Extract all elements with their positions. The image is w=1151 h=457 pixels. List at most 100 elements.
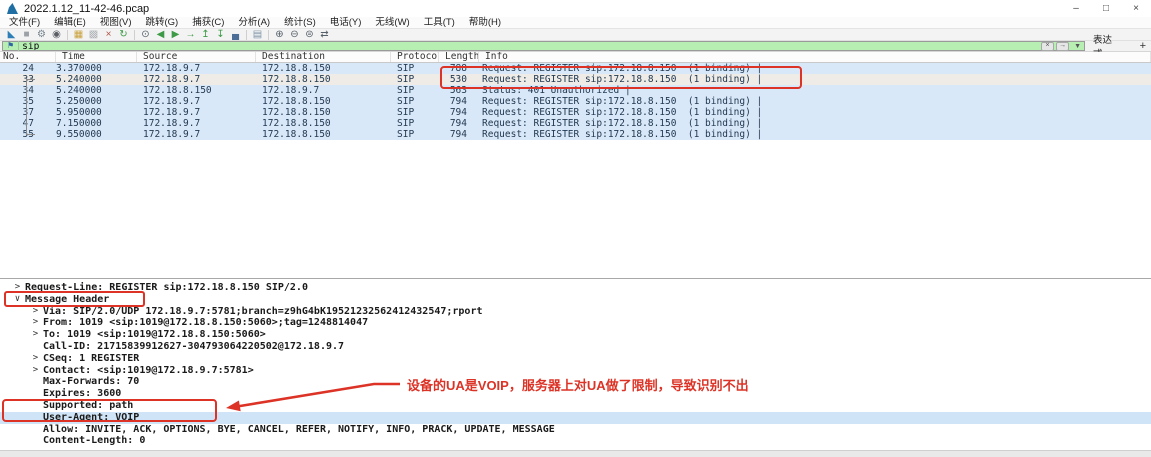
clear-filter-icon[interactable]: × bbox=[1041, 41, 1055, 51]
add-filter-button[interactable]: + bbox=[1135, 40, 1151, 52]
capture-options-icon[interactable]: ⚙ bbox=[34, 29, 49, 41]
expand-icon[interactable]: > bbox=[28, 306, 43, 318]
column-header-source[interactable]: Source bbox=[137, 52, 256, 62]
menu-item-help[interactable]: 帮助(H) bbox=[462, 17, 508, 28]
packet-row-55[interactable]: 55 9.550000 172.18.9.7 172.18.8.150 SIP 794 Re… bbox=[0, 129, 1151, 140]
zoom-in-icon[interactable]: ⊕ bbox=[272, 29, 287, 41]
cell-time: 7.150000 bbox=[56, 118, 102, 129]
menu-item-file[interactable]: 文件(F) bbox=[2, 17, 47, 28]
go-forward-icon[interactable]: ▶ bbox=[168, 29, 183, 41]
go-to-packet-icon[interactable]: → bbox=[183, 29, 198, 41]
cell-protocol: SIP bbox=[397, 118, 415, 129]
detail-line[interactable]: ∨ Message Header bbox=[0, 294, 1151, 306]
cell-length: 794 bbox=[449, 107, 467, 118]
cell-time: 5.240000 bbox=[56, 74, 102, 85]
go-back-icon[interactable]: ◀ bbox=[153, 29, 168, 41]
menu-item-view[interactable]: 视图(V) bbox=[93, 17, 139, 28]
cell-source: 172.18.9.7 bbox=[143, 74, 201, 85]
expand-icon[interactable]: > bbox=[28, 353, 43, 365]
detail-line[interactable]: > Contact: <sip:1019@172.18.9.7:5781> bbox=[0, 365, 1151, 377]
detail-text: Message Header bbox=[25, 293, 110, 305]
menu-item-analyze[interactable]: 分析(A) bbox=[231, 17, 277, 28]
find-packet-icon[interactable]: ⊙ bbox=[138, 29, 153, 41]
column-header-time[interactable]: Time bbox=[56, 52, 137, 62]
go-to-bottom-icon[interactable]: ↧ bbox=[213, 29, 228, 41]
detail-line[interactable]: Max-Forwards: 70 bbox=[0, 376, 1151, 388]
filter-input[interactable] bbox=[19, 42, 1042, 50]
cell-destination: 172.18.8.150 bbox=[262, 63, 331, 74]
packet-row-33[interactable]: 33 5.240000 172.18.9.7 172.18.8.150 SIP 530 Re… bbox=[0, 74, 1151, 85]
open-file-icon[interactable]: ▦ bbox=[71, 29, 86, 41]
packet-row-35[interactable]: 35 5.250000 172.18.9.7 172.18.8.150 SIP 794 Re… bbox=[0, 96, 1151, 107]
packet-row-24[interactable]: 24 3.370000 172.18.9.7 172.18.8.150 SIP 788 Re… bbox=[0, 63, 1151, 74]
detail-line[interactable]: User-Agent: VOIP bbox=[0, 411, 1151, 424]
expand-icon[interactable]: > bbox=[10, 282, 25, 294]
detail-text: Content-Length: 0 bbox=[43, 435, 146, 447]
detail-line[interactable]: > Request-Line: REGISTER sip:172.18.8.150… bbox=[0, 282, 1151, 294]
cell-protocol: SIP bbox=[397, 129, 415, 140]
menu-item-telephony[interactable]: 电话(Y) bbox=[323, 17, 369, 28]
cell-time: 5.250000 bbox=[56, 96, 102, 107]
zoom-reset-icon[interactable]: ⊜ bbox=[302, 29, 317, 41]
cell-source: 172.18.8.150 bbox=[143, 85, 212, 96]
expand-icon[interactable]: > bbox=[28, 365, 43, 377]
detail-line[interactable]: > From: 1019 <sip:1019@172.18.8.150:5060>… bbox=[0, 317, 1151, 329]
expand-icon[interactable]: > bbox=[28, 329, 43, 341]
detail-line[interactable]: > Via: SIP/2.0/UDP 172.18.9.7:5781;branch… bbox=[0, 306, 1151, 318]
collapse-icon[interactable]: ∨ bbox=[10, 294, 25, 306]
go-to-top-icon[interactable]: ↥ bbox=[198, 29, 213, 41]
start-capture-icon[interactable]: ◣ bbox=[4, 29, 19, 41]
cell-destination: 172.18.8.150 bbox=[262, 107, 331, 118]
capture-filter-icon[interactable]: ◉ bbox=[49, 29, 64, 41]
minimize-button[interactable]: – bbox=[1061, 0, 1091, 17]
wireshark-window: 2022.1.12_11-42-46.pcap – □ × 文件(F) 编辑(E)… bbox=[0, 0, 1151, 457]
bookmark-icon[interactable]: ⚑ bbox=[3, 41, 20, 51]
menu-item-statistics[interactable]: 统计(S) bbox=[277, 17, 323, 28]
column-header-no[interactable]: No. bbox=[0, 52, 56, 62]
close-file-icon[interactable]: × bbox=[101, 29, 116, 41]
cell-info: Request: REGISTER sip:172.18.8.150 (1 bi… bbox=[482, 118, 763, 129]
menu-item-go[interactable]: 跳转(G) bbox=[138, 17, 185, 28]
reload-file-icon[interactable]: ↻ bbox=[116, 29, 131, 41]
cell-length: 563 bbox=[449, 85, 467, 96]
detail-line[interactable]: Content-Length: 0 bbox=[0, 435, 1151, 447]
colorize-icon[interactable]: ▤ bbox=[250, 29, 265, 41]
menu-item-edit[interactable]: 编辑(E) bbox=[47, 17, 93, 28]
cell-length: 794 bbox=[449, 118, 467, 129]
auto-scroll-icon[interactable]: ▄ bbox=[228, 29, 243, 41]
detail-line[interactable]: Allow: INVITE, ACK, OPTIONS, BYE, CANCEL… bbox=[0, 424, 1151, 436]
filter-history-dropdown-icon[interactable]: ▼ bbox=[1071, 43, 1084, 50]
cell-destination: 172.18.8.150 bbox=[262, 129, 331, 140]
close-button[interactable]: × bbox=[1121, 0, 1151, 17]
column-header-length[interactable]: Length bbox=[439, 52, 479, 62]
menu-item-wireless[interactable]: 无线(W) bbox=[368, 17, 416, 28]
packet-row-47[interactable]: 47 7.150000 172.18.9.7 172.18.8.150 SIP 794 Re… bbox=[0, 118, 1151, 129]
cell-protocol: SIP bbox=[397, 107, 415, 118]
expression-button[interactable]: 表达式… bbox=[1085, 35, 1135, 60]
save-file-icon[interactable]: ▩ bbox=[86, 29, 101, 41]
packet-row-34[interactable]: 34 5.240000 172.18.8.150 172.18.9.7 SIP 563 St… bbox=[0, 85, 1151, 96]
expand-icon[interactable]: > bbox=[28, 317, 43, 329]
detail-line[interactable]: Expires: 3600 bbox=[0, 388, 1151, 400]
column-header-info[interactable]: Info bbox=[479, 52, 1151, 62]
detail-line[interactable]: Call-ID: 21715839912627-304793064220502@… bbox=[0, 341, 1151, 353]
detail-line[interactable]: > To: 1019 <sip:1019@172.18.8.150:5060> bbox=[0, 329, 1151, 341]
menu-item-capture[interactable]: 捕获(C) bbox=[185, 17, 231, 28]
packet-row-37[interactable]: 37 5.950000 172.18.9.7 172.18.8.150 SIP 794 Re… bbox=[0, 107, 1151, 118]
cell-protocol: SIP bbox=[397, 96, 415, 107]
menu-item-tools[interactable]: 工具(T) bbox=[417, 17, 462, 28]
stop-capture-icon[interactable]: ■ bbox=[19, 29, 34, 41]
detail-line[interactable]: > CSeq: 1 REGISTER bbox=[0, 353, 1151, 365]
column-header-protocol[interactable]: Protocol bbox=[391, 52, 439, 62]
column-header-destination[interactable]: Destination bbox=[256, 52, 391, 62]
cell-source: 172.18.9.7 bbox=[143, 129, 201, 140]
zoom-out-icon[interactable]: ⊖ bbox=[287, 29, 302, 41]
maximize-button[interactable]: □ bbox=[1091, 0, 1121, 17]
resize-columns-icon[interactable]: ⇄ bbox=[317, 29, 332, 41]
detail-line[interactable]: Supported: path bbox=[0, 400, 1151, 412]
packet-list-body: 24 3.370000 172.18.9.7 172.18.8.150 SIP 788 Re… bbox=[0, 63, 1151, 140]
apply-filter-icon[interactable]: → bbox=[1056, 41, 1070, 51]
